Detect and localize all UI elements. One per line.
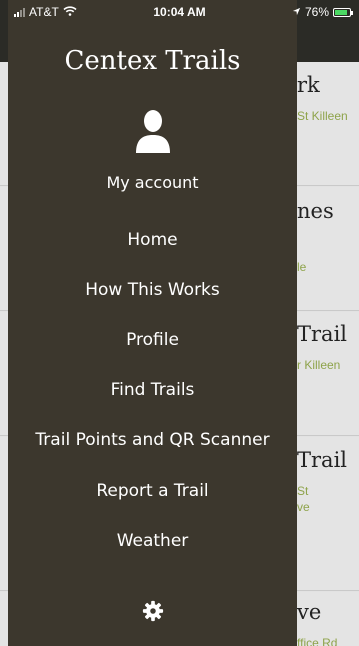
trail-card-subtitle: ffice Rd: [297, 636, 338, 646]
trail-card-title: Trail: [297, 448, 347, 472]
trail-card-subtitle: St Killeen: [297, 109, 348, 123]
location-arrow-icon: [292, 5, 301, 19]
trail-card-subtitle-line: ve: [297, 500, 310, 514]
battery-icon: [333, 7, 353, 17]
menu-item-weather[interactable]: Weather: [8, 526, 297, 556]
navigation-drawer: Centex Trails My account Home How This W…: [8, 0, 297, 646]
menu-item-report-a-trail[interactable]: Report a Trail: [8, 476, 297, 506]
user-icon[interactable]: [134, 108, 172, 154]
trail-card-subtitle: le: [297, 260, 307, 274]
status-bar: AT&T 10:04 AM 76%: [0, 0, 359, 24]
menu-item-find-trails[interactable]: Find Trails: [8, 375, 297, 405]
trail-card-title: rk: [297, 73, 320, 97]
menu-item-how-this-works[interactable]: How This Works: [8, 275, 297, 305]
my-account-link[interactable]: My account: [8, 173, 297, 192]
status-right: 76%: [292, 5, 353, 19]
trail-card-title: Trail: [297, 322, 347, 346]
menu-item-home[interactable]: Home: [8, 225, 297, 255]
drawer-title: Centex Trails: [64, 46, 241, 76]
menu-item-trail-points-qr-scanner[interactable]: Trail Points and QR Scanner: [8, 425, 297, 455]
gear-icon[interactable]: [142, 600, 164, 622]
trail-card-subtitle-line: St: [297, 484, 309, 498]
menu-item-profile[interactable]: Profile: [8, 325, 297, 355]
battery-percent: 76%: [304, 5, 329, 19]
battery-level: [335, 9, 348, 15]
trail-card-subtitle: r Killeen: [297, 358, 341, 372]
trail-card-title: nes: [297, 199, 334, 223]
trail-card-title: ve: [297, 600, 322, 624]
